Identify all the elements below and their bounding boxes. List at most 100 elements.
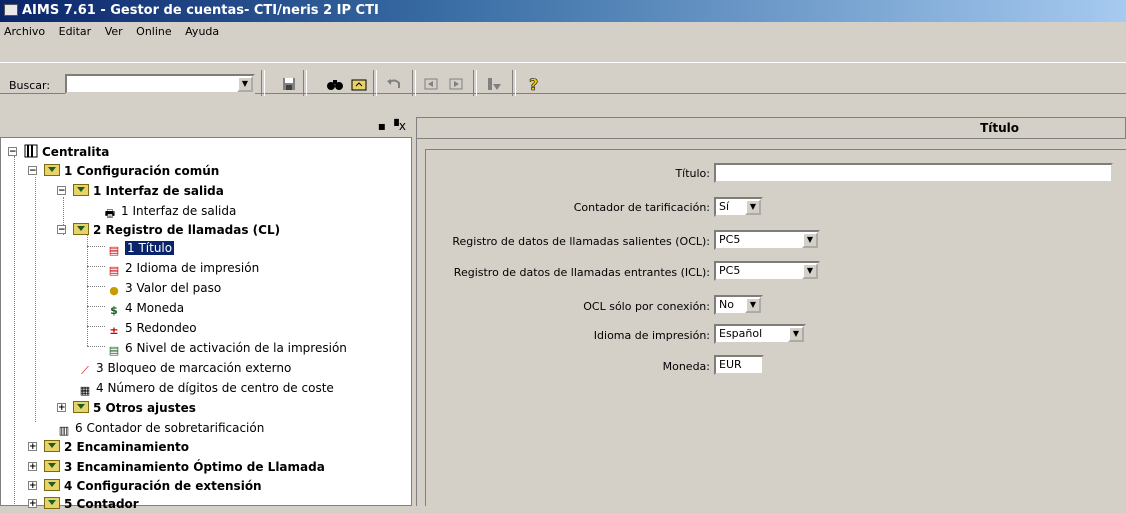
tree-label: 3 Valor del paso <box>125 281 222 295</box>
printer-icon: 🖶 <box>104 207 116 220</box>
tree-leaf-numero-de-digitos[interactable]: ▦ 4 Número de dígitos de centro de coste <box>78 379 334 397</box>
switch-icon <box>24 144 38 158</box>
tree-leaf-moneda[interactable]: $4 Moneda <box>107 299 184 317</box>
tree-node-root[interactable]: − Centralita <box>8 143 109 161</box>
download-icon[interactable] <box>484 74 504 94</box>
tree-leaf-valor-del-paso[interactable]: ● 3 Valor del paso <box>107 279 221 297</box>
back-icon[interactable] <box>422 74 442 94</box>
document-icon: ▤ <box>108 244 120 257</box>
contador-select[interactable]: Sí ▼ <box>714 197 763 217</box>
toolbar-separator <box>512 70 516 96</box>
expand-icon[interactable]: + <box>57 403 66 413</box>
menu-ver[interactable]: Ver <box>105 25 123 38</box>
folder-icon <box>73 184 89 196</box>
folder-icon <box>44 479 60 491</box>
contador-value: Sí <box>719 200 730 213</box>
find-icon[interactable] <box>325 74 345 94</box>
tree-line <box>87 246 105 247</box>
collapse-icon[interactable]: − <box>57 225 66 235</box>
idioma-value: Español <box>719 327 763 340</box>
folder-icon <box>73 223 89 235</box>
icl-label: Registro de datos de llamadas entrantes … <box>453 266 710 279</box>
moneda-field[interactable]: EUR <box>714 355 764 375</box>
tree-label: 4 Número de dígitos de centro de coste <box>96 381 334 395</box>
collapse-icon[interactable]: − <box>57 186 66 196</box>
toolbar-separator <box>412 70 416 96</box>
tree-leaf-idioma-de-impresion[interactable]: ▤ 2 Idioma de impresión <box>107 259 259 277</box>
search-combobox[interactable]: ▼ <box>65 74 255 94</box>
tree-label: 3 Bloqueo de marcación externo <box>96 361 292 375</box>
tree-leaf-interfaz-de-salida[interactable]: 🖶 1 Interfaz de salida <box>103 202 237 220</box>
menu-online[interactable]: Online <box>136 25 171 38</box>
tree-node-registro-de-llamadas[interactable]: − 2 Registro de llamadas (CL) <box>57 221 280 239</box>
tree-line <box>87 266 105 267</box>
ocl-conexion-value: No <box>719 298 734 311</box>
expand-icon[interactable]: + <box>28 481 37 491</box>
tree-node-configuracion-extension[interactable]: + 4 Configuración de extensión <box>28 477 262 495</box>
help-icon[interactable]: ? <box>524 74 544 94</box>
titulo-field[interactable] <box>714 163 1113 183</box>
toolbar-separator <box>473 70 477 96</box>
tree-leaf-redondeo[interactable]: ±5 Redondeo <box>107 319 196 337</box>
folder-up-icon[interactable] <box>349 74 369 94</box>
forward-icon[interactable] <box>447 74 467 94</box>
app-icon <box>4 4 18 16</box>
coins-icon: ● <box>109 284 119 297</box>
toolbar-separator <box>303 70 307 96</box>
moneda-label: Moneda: <box>662 360 710 373</box>
rounding-icon: ± <box>109 324 119 337</box>
tree-line <box>87 346 105 347</box>
icl-dropdown-button[interactable]: ▼ <box>802 263 818 279</box>
pane-controls[interactable]: ▪ ▝x <box>378 119 406 133</box>
document-icon: ▤ <box>108 264 120 277</box>
tree-label: 3 Encaminamiento Óptimo de Llamada <box>64 460 325 474</box>
collapse-icon[interactable]: − <box>8 147 17 157</box>
toolbar-separator <box>261 70 265 96</box>
calculator-icon: ▦ <box>79 384 91 397</box>
tree-leaf-bloqueo-de-marcacion[interactable]: ⟋ 3 Bloqueo de marcación externo <box>78 359 291 377</box>
save-icon[interactable] <box>279 74 299 94</box>
idioma-dropdown-button[interactable]: ▼ <box>788 326 804 342</box>
search-dropdown-button[interactable]: ▼ <box>237 76 253 92</box>
ocl-conexion-label: OCL sólo por conexión: <box>583 300 710 313</box>
icl-select[interactable]: PC5 ▼ <box>714 261 820 281</box>
tree-node-encaminamiento[interactable]: + 2 Encaminamiento <box>28 438 189 456</box>
dollar-icon: $ <box>110 304 118 317</box>
idioma-select[interactable]: Español ▼ <box>714 324 806 344</box>
menu-editar[interactable]: Editar <box>59 25 92 38</box>
tree-node-otros-ajustes[interactable]: + 5 Otros ajustes <box>57 399 196 417</box>
collapse-icon[interactable]: − <box>28 166 37 176</box>
ocl-dropdown-button[interactable]: ▼ <box>802 232 818 248</box>
menu-ayuda[interactable]: Ayuda <box>185 25 219 38</box>
content-header: Título <box>416 117 1126 139</box>
tree-node-encaminamiento-optimo[interactable]: + 3 Encaminamiento Óptimo de Llamada <box>28 458 325 476</box>
tree-node-contador[interactable]: + 5 Contador <box>28 495 139 513</box>
ocl-select[interactable]: PC5 ▼ <box>714 230 820 250</box>
tree-leaf-nivel-de-activacion[interactable]: ▤ 6 Nivel de activación de la impresión <box>107 339 347 357</box>
tree-leaf-contador-sobretarificacion[interactable]: ▥ 6 Contador de sobretarificación <box>57 419 265 437</box>
ocl-conexion-dropdown-button[interactable]: ▼ <box>745 297 761 313</box>
menu-bar: Archivo Editar Ver Online Ayuda <box>0 22 1126 42</box>
tree-leaf-titulo[interactable]: ▤ 1 Título <box>107 239 175 257</box>
tree-node-interfaz-de-salida[interactable]: − 1 Interfaz de salida <box>57 182 224 200</box>
tree-label-selected: 1 Título <box>125 241 175 255</box>
undo-icon[interactable] <box>384 74 404 94</box>
tree-label: 5 Contador <box>64 497 139 511</box>
ocl-label: Registro de datos de llamadas salientes … <box>452 235 710 248</box>
tree-label: 6 Contador de sobretarificación <box>75 421 265 435</box>
tree-node-configuracion-comun[interactable]: − 1 Configuración común <box>28 162 219 180</box>
expand-icon[interactable]: + <box>28 499 37 509</box>
toolbar-separator <box>373 70 377 96</box>
tree-label: 4 Moneda <box>125 301 185 315</box>
folder-icon <box>44 440 60 452</box>
ocl-conexion-select[interactable]: No ▼ <box>714 295 763 315</box>
expand-icon[interactable]: + <box>28 462 37 472</box>
tree-label: 1 Interfaz de salida <box>93 184 224 198</box>
menu-archivo[interactable]: Archivo <box>4 25 45 38</box>
tree-label: 1 Interfaz de salida <box>121 204 237 218</box>
contador-label: Contador de tarificación: <box>573 201 710 214</box>
tree-label: Centralita <box>42 145 110 159</box>
expand-icon[interactable]: + <box>28 442 37 452</box>
contador-dropdown-button[interactable]: ▼ <box>745 199 761 215</box>
tree-line <box>87 234 88 346</box>
